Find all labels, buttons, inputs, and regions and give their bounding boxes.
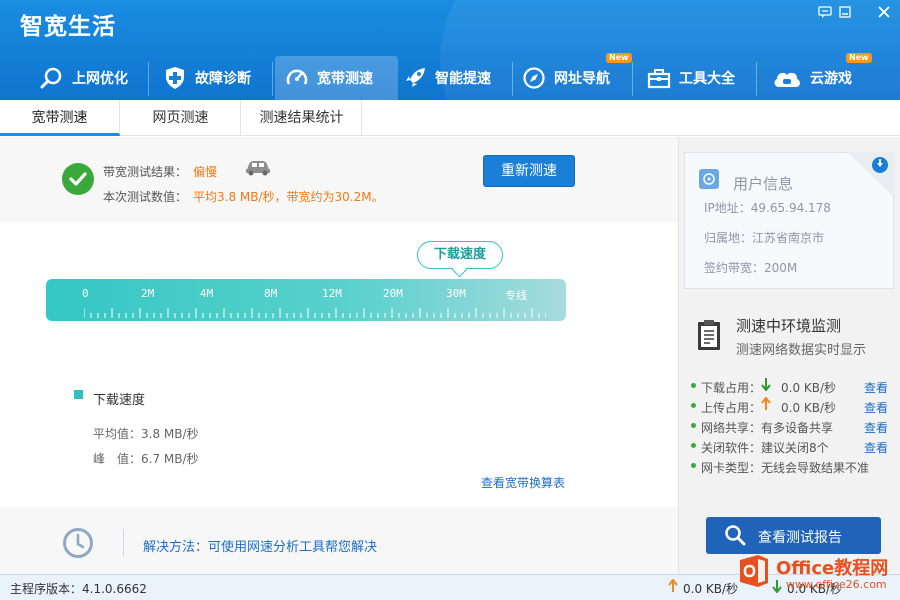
- divider: [123, 529, 124, 557]
- legend-swatch: [74, 390, 83, 399]
- upload-arrow-icon: [668, 578, 678, 596]
- gauge-tick-label: 0: [82, 287, 89, 300]
- status-dot: [691, 463, 696, 468]
- app-header: 智宽生活 上网优化 故障诊断 宽带测速 智能提速 网址导航 New 工具大全 云…: [0, 0, 900, 100]
- status-dot: [691, 383, 696, 388]
- view-link[interactable]: 查看: [864, 439, 888, 456]
- nav-item-navigation[interactable]: 网址导航 New: [522, 53, 632, 100]
- location: 归属地：江苏省南京市: [704, 231, 825, 245]
- upload-speed: 0.0 KB/秒: [683, 582, 739, 596]
- gauge-tick-label: 8M: [264, 287, 278, 300]
- tab-bandwidth-test[interactable]: 宽带测速: [0, 100, 120, 136]
- user-info-title: 用户信息: [733, 175, 794, 193]
- gauge-ruler: [84, 308, 546, 318]
- cloud-game-icon: [772, 66, 802, 90]
- monitor-subtitle: 测速网络数据实时显示: [736, 343, 867, 358]
- compass-icon: [522, 66, 546, 90]
- nav-divider: [756, 62, 757, 96]
- office-logo-icon: [738, 554, 770, 591]
- solution-text: 解决方法：可使用网速分析工具帮您解决: [143, 540, 378, 555]
- clipboard-icon: [696, 319, 722, 354]
- monitor-title: 测速中环境监测: [736, 317, 842, 335]
- monitor-row-sharing: 网络共享： 有多设备共享 查看: [691, 417, 891, 435]
- gauge-tick-label: 30M: [446, 287, 466, 300]
- value-label: 本次测试数值：: [103, 190, 188, 204]
- monitor-row-upload: 上传占用： 0.0 KB/秒 查看: [691, 396, 891, 416]
- down-arrow-icon: [761, 377, 771, 394]
- bandwidth-table-link[interactable]: 查看宽带换算表: [481, 474, 565, 491]
- nav-item-optimize[interactable]: 上网优化: [40, 56, 150, 100]
- monitor-row-download: 下载占用： 0.0 KB/秒 查看: [691, 377, 891, 395]
- nav-divider: [272, 62, 273, 96]
- user-card-icon: [699, 169, 719, 189]
- gauge-tick-label: 4M: [200, 287, 214, 300]
- result-summary: 带宽测试结果： 偏慢 本次测试数值： 平均3.8 MB/秒，带宽约为30.2M。…: [0, 137, 678, 222]
- nav-item-speedtest[interactable]: 宽带测速: [275, 56, 398, 100]
- ip-address: IP地址：49.65.94.178: [704, 201, 831, 215]
- toolbox-icon: [647, 66, 671, 90]
- nav-divider: [512, 62, 513, 96]
- gauge-tick-label: 专线: [505, 289, 527, 302]
- average-speed: 平均值：3.8 MB/秒: [93, 427, 199, 441]
- user-info-card: 用户信息 IP地址：49.65.94.178 归属地：江苏省南京市 签约带宽：2…: [684, 152, 895, 289]
- nav-item-diagnose[interactable]: 故障诊断: [163, 56, 273, 100]
- download-speed-bubble: 下载速度: [417, 241, 503, 269]
- sub-tabs: 宽带测速 网页测速 测速结果统计: [0, 100, 900, 136]
- watermark-title: Office教程网: [776, 558, 889, 579]
- tab-result-stats[interactable]: 测速结果统计: [242, 100, 362, 136]
- status-dot: [691, 403, 696, 408]
- speed-gauge-bar: 0 2M 4M 8M 12M 20M 30M 专线: [46, 279, 566, 321]
- gauge-tick-label: 2M: [141, 287, 155, 300]
- view-link[interactable]: 查看: [864, 379, 888, 396]
- solution-row: 解决方法：可使用网速分析工具帮您解决: [0, 507, 678, 574]
- clock-icon: [62, 527, 94, 559]
- search-icon: [724, 524, 746, 550]
- gauge-tick-label: 12M: [322, 287, 342, 300]
- monitor-row-nic: 网卡类型： 无线会导致结果不准: [691, 457, 891, 475]
- feedback-icon[interactable]: [817, 5, 833, 21]
- nav-item-tools[interactable]: 工具大全: [647, 56, 757, 100]
- side-panel: 用户信息 IP地址：49.65.94.178 归属地：江苏省南京市 签约带宽：2…: [678, 137, 900, 574]
- nav-item-boost[interactable]: 智能提速: [403, 56, 513, 100]
- view-link[interactable]: 查看: [864, 399, 888, 416]
- monitor-row-software: 关闭软件： 建议关闭8个 查看: [691, 437, 891, 455]
- result-label: 带宽测试结果：: [103, 165, 188, 179]
- retest-button[interactable]: 重新测速: [483, 155, 575, 187]
- nav-divider: [148, 62, 149, 96]
- new-badge: New: [606, 53, 632, 63]
- up-arrow-icon: [761, 396, 771, 414]
- app-title: 智宽生活: [20, 14, 116, 40]
- nav-item-cloud-game[interactable]: 云游戏 New: [772, 53, 882, 100]
- speedometer-icon: [285, 66, 309, 90]
- car-icon: [244, 158, 272, 179]
- nav-divider: [632, 62, 633, 96]
- new-badge: New: [846, 53, 872, 63]
- contract-bandwidth: 签约带宽：200M: [704, 261, 798, 275]
- main-panel: 带宽测试结果： 偏慢 本次测试数值： 平均3.8 MB/秒，带宽约为30.2M。…: [0, 137, 678, 574]
- peak-speed: 峰 值：6.7 MB/秒: [93, 452, 199, 466]
- minimize-icon[interactable]: [837, 5, 853, 21]
- search-icon: [40, 66, 64, 90]
- rocket-icon: [403, 66, 427, 90]
- gauge-tick-label: 20M: [383, 287, 403, 300]
- view-link[interactable]: 查看: [864, 419, 888, 436]
- tab-webpage-test[interactable]: 网页测速: [121, 100, 241, 136]
- status-dot: [691, 443, 696, 448]
- result-value: 偏慢: [193, 165, 218, 179]
- close-icon[interactable]: [876, 5, 892, 21]
- shield-plus-icon: [163, 66, 187, 90]
- check-icon: [62, 163, 94, 195]
- watermark: Office教程网 www.office26.com: [738, 548, 898, 598]
- watermark-url: www.office26.com: [786, 578, 887, 591]
- test-value: 平均3.8 MB/秒，带宽约为30.2M。: [193, 190, 384, 204]
- legend-label: 下载速度: [93, 393, 146, 408]
- download-corner-icon[interactable]: [847, 152, 895, 201]
- status-dot: [691, 423, 696, 428]
- version-text: 主程序版本：4.1.0.6662: [10, 582, 147, 596]
